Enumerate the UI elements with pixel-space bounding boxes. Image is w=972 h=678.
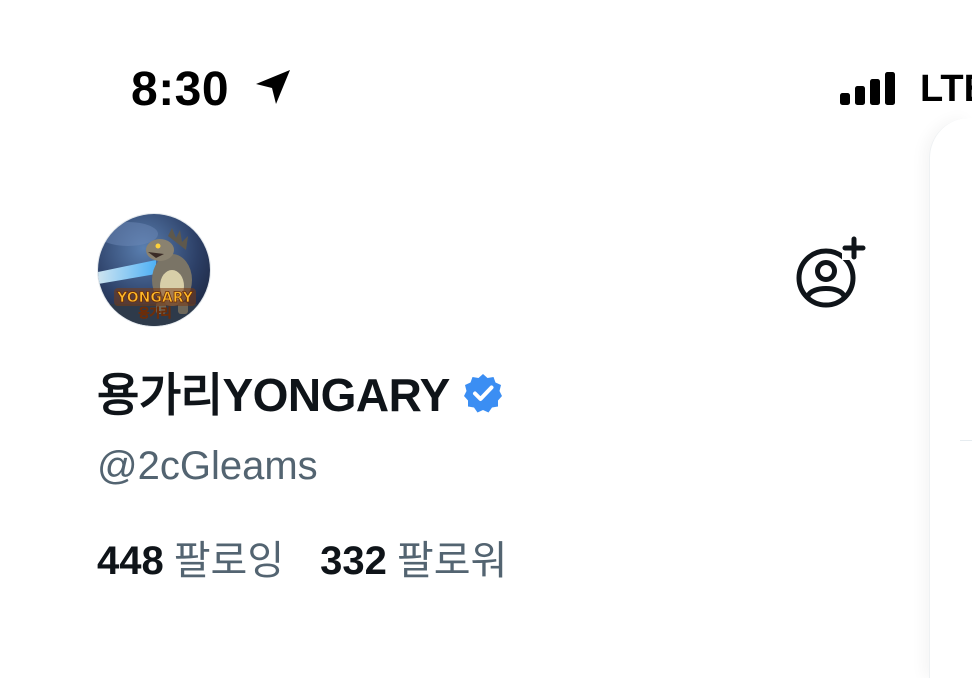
add-user-icon[interactable]	[790, 236, 866, 308]
following-label: 팔로잉	[173, 539, 285, 583]
avatar-image: YONGARY 용가리	[98, 214, 210, 326]
location-arrow-icon	[256, 70, 290, 104]
avatar-logo-text: YONGARY	[116, 290, 194, 306]
status-time: 8:30	[131, 63, 230, 116]
following-count: 448	[97, 539, 164, 583]
side-drawer-edge	[929, 118, 972, 678]
verified-badge-icon[interactable]	[462, 372, 504, 414]
followers-count: 332	[320, 539, 387, 583]
avatar[interactable]: YONGARY 용가리	[97, 213, 211, 327]
avatar-logo-subtext: 용가리	[138, 305, 171, 320]
network-type: LTE	[920, 68, 972, 110]
cellular-signal-icon	[840, 72, 895, 105]
display-name: 용가리YONGARY	[97, 369, 450, 421]
follow-stats: 448 팔로잉 332 팔로워	[97, 528, 507, 586]
display-name-row: 용가리YONGARY	[97, 362, 504, 422]
followers-stat[interactable]: 332 팔로워	[320, 528, 507, 586]
followers-label: 팔로워	[396, 539, 508, 583]
status-bar: 8:30 LTE	[0, 0, 972, 140]
user-handle: @2cGleams	[97, 444, 318, 488]
drawer-divider	[960, 440, 972, 441]
following-stat[interactable]: 448 팔로잉	[97, 528, 284, 586]
